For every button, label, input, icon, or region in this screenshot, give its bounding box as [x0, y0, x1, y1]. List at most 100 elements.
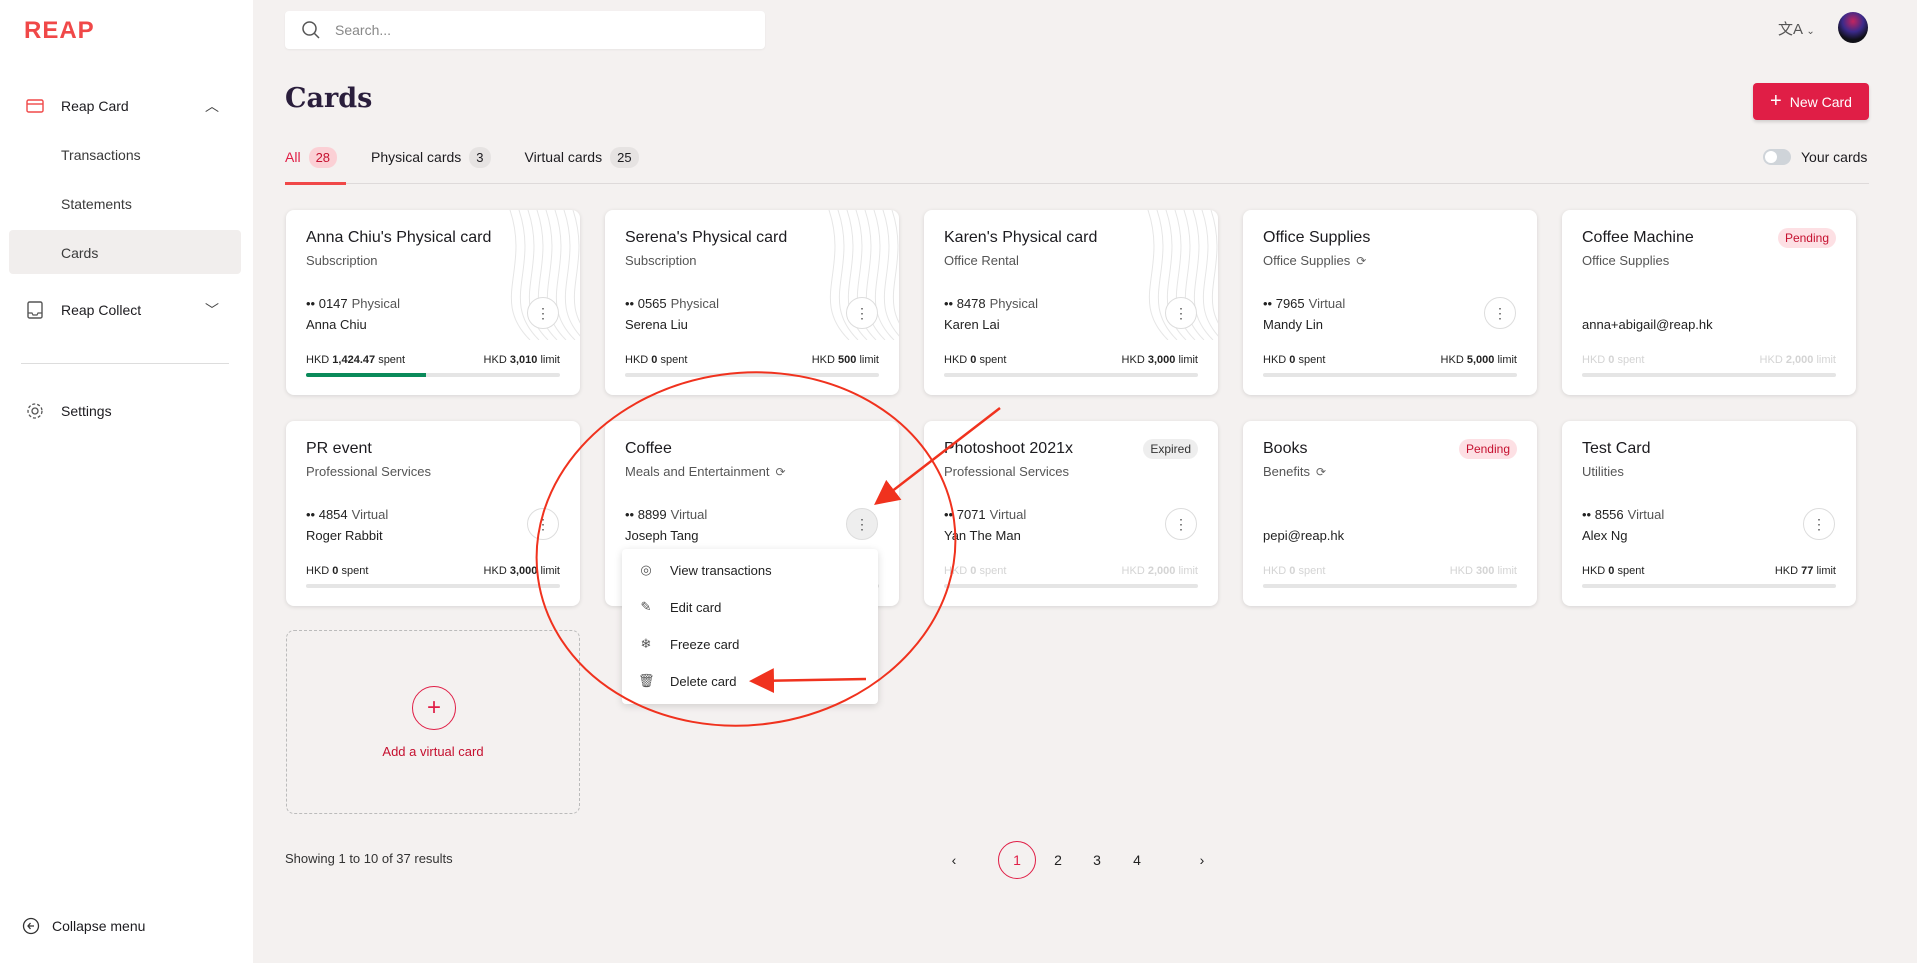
card-more-button[interactable]: ⋮: [1803, 508, 1835, 540]
currency: HKD: [811, 354, 835, 366]
card-category-label: Office Supplies: [1582, 253, 1670, 268]
recurring-sync-icon: ⟳: [775, 465, 786, 479]
limit-suffix: limit: [1497, 565, 1517, 577]
tab-all[interactable]: All 28: [285, 144, 338, 170]
add-virtual-card-button[interactable]: + Add a virtual card: [286, 630, 580, 814]
spent-suffix: spent: [1617, 354, 1645, 366]
card-title: Serena's Physical card: [625, 229, 788, 246]
search-bar[interactable]: [285, 11, 765, 49]
currency: HKD: [306, 354, 330, 366]
collapse-menu-button[interactable]: Collapse menu: [22, 917, 145, 935]
card-tile[interactable]: Test Card Utilities •• 8556 Virtual Alex Ng ⋮…: [1562, 421, 1856, 606]
card-tile[interactable]: Books Benefits ⟳ Pending pepi@reap.hk HKD 0 s…: [1243, 421, 1537, 606]
next-page-button[interactable]: ›: [1183, 841, 1221, 879]
tabs-divider: [285, 183, 1869, 184]
card-category: Office Supplies: [1582, 253, 1669, 268]
sidebar-item-settings[interactable]: Settings: [0, 401, 253, 421]
spend-progress-bar: [1582, 373, 1836, 377]
menu-item-delete-card[interactable]: 🗑 Delete card: [638, 673, 736, 689]
menu-item-edit-card[interactable]: ✎ Edit card: [638, 599, 722, 615]
card-more-button[interactable]: ⋮: [846, 297, 878, 329]
currency: HKD: [1121, 565, 1145, 577]
card-tile[interactable]: Anna Chiu's Physical card Subscription •• …: [286, 210, 580, 395]
card-category: Subscription: [306, 253, 378, 268]
menu-item-freeze-card[interactable]: ❄ Freeze card: [638, 636, 740, 652]
sidebar-item-cards-active[interactable]: [9, 230, 241, 274]
spent-suffix: spent: [660, 354, 688, 366]
chevron-down-icon: ⌄: [1806, 26, 1815, 37]
sidebar-item-transactions[interactable]: Transactions: [61, 147, 141, 163]
card-more-button[interactable]: ⋮: [1484, 297, 1516, 329]
card-pattern-decoration: [828, 210, 899, 340]
card-title: Karen's Physical card: [944, 229, 1098, 246]
currency: HKD: [625, 354, 649, 366]
card-tile[interactable]: Coffee Machine Office Supplies Pending anna…: [1562, 210, 1856, 395]
sidebar-item-statements[interactable]: Statements: [61, 196, 132, 212]
more-vertical-icon: ⋮: [536, 304, 550, 321]
trash-icon: 🗑: [638, 673, 655, 688]
sidebar-item-label: Reap Card: [61, 98, 129, 114]
card-more-button[interactable]: ⋮: [1165, 508, 1197, 540]
card-limit: HKD 3,000 limit: [1122, 354, 1198, 366]
card-more-button[interactable]: ⋮: [527, 297, 559, 329]
card-holder: Serena Liu: [625, 317, 688, 332]
card-title: Photoshoot 2021x: [944, 440, 1073, 457]
currency: HKD: [1582, 354, 1606, 366]
card-limit: HKD 3,000 limit: [484, 565, 560, 577]
status-badge: Expired: [1143, 439, 1198, 459]
currency: HKD: [1759, 354, 1783, 366]
toggle-switch[interactable]: [1763, 149, 1791, 165]
your-cards-toggle[interactable]: Your cards: [1763, 149, 1867, 165]
card-holder: Mandy Lin: [1263, 317, 1323, 332]
page-1-button[interactable]: 1: [998, 841, 1036, 879]
tab-physical-cards[interactable]: Physical cards 3: [371, 144, 491, 170]
tab-label: Virtual cards: [524, 149, 603, 165]
search-input[interactable]: [335, 22, 765, 38]
card-limit: HKD 5,000 limit: [1441, 354, 1517, 366]
tab-label: Physical cards: [371, 149, 462, 165]
more-vertical-icon: ⋮: [1812, 515, 1826, 532]
card-tile[interactable]: Serena's Physical card Subscription •• 056…: [605, 210, 899, 395]
sidebar-item-reap-card[interactable]: Reap Card ︿: [0, 96, 253, 116]
card-more-button[interactable]: ⋮: [527, 508, 559, 540]
currency: HKD: [483, 354, 507, 366]
status-badge: Pending: [1777, 228, 1836, 248]
inbox-icon: [27, 301, 43, 319]
toggle-label: Your cards: [1801, 149, 1868, 165]
card-tile[interactable]: PR event Professional Services •• 4854 Virt…: [286, 421, 580, 606]
menu-item-label: Delete card: [670, 673, 737, 689]
card-category-label: Utilities: [1582, 464, 1624, 479]
limit-amount: 3,000: [1147, 354, 1176, 366]
limit-suffix: limit: [1178, 354, 1198, 366]
menu-item-label: Freeze card: [670, 636, 740, 652]
card-tabs: All 28 Physical cards 3 Virtual cards 25: [285, 144, 673, 170]
page-2-button[interactable]: 2: [1039, 841, 1077, 879]
card-title: Anna Chiu's Physical card: [306, 229, 492, 246]
avatar[interactable]: [1838, 12, 1868, 43]
chevron-down-icon[interactable]: ﹀: [205, 300, 219, 320]
card-tile[interactable]: Photoshoot 2021x Professional Services Exp…: [924, 421, 1218, 606]
menu-item-label: View transactions: [670, 562, 772, 578]
spend-progress-bar: [1263, 584, 1517, 588]
card-more-button[interactable]: ⋮: [1165, 297, 1197, 329]
menu-item-view-transactions[interactable]: ◎ View transactions: [638, 562, 772, 578]
language-selector[interactable]: 文A ⌄: [1778, 18, 1815, 39]
page-4-button[interactable]: 4: [1118, 841, 1156, 879]
sidebar-item-label: Settings: [61, 403, 112, 419]
prev-page-button[interactable]: ‹: [935, 841, 973, 879]
limit-suffix: limit: [1816, 565, 1836, 577]
card-tile[interactable]: Karen's Physical card Office Rental •• 847…: [924, 210, 1218, 395]
snowflake-icon: ❄: [640, 636, 652, 651]
chevron-up-icon[interactable]: ︿: [205, 96, 219, 116]
card-spent: HKD 0 spent: [944, 565, 1006, 577]
card-tile[interactable]: Office Supplies Office Supplies ⟳ •• 7965 Vi…: [1243, 210, 1537, 395]
currency: HKD: [944, 354, 968, 366]
card-more-button[interactable]: ⋮: [846, 508, 878, 540]
sidebar-item-reap-collect[interactable]: Reap Collect ﹀: [0, 300, 253, 320]
tab-virtual-cards[interactable]: Virtual cards 25: [525, 144, 639, 170]
collapse-menu-label: Collapse menu: [52, 918, 146, 934]
new-card-button[interactable]: + New Card: [1753, 83, 1869, 120]
spent-suffix: spent: [979, 354, 1007, 366]
sidebar-item-cards[interactable]: Cards: [61, 245, 98, 261]
page-3-button[interactable]: 3: [1078, 841, 1116, 879]
